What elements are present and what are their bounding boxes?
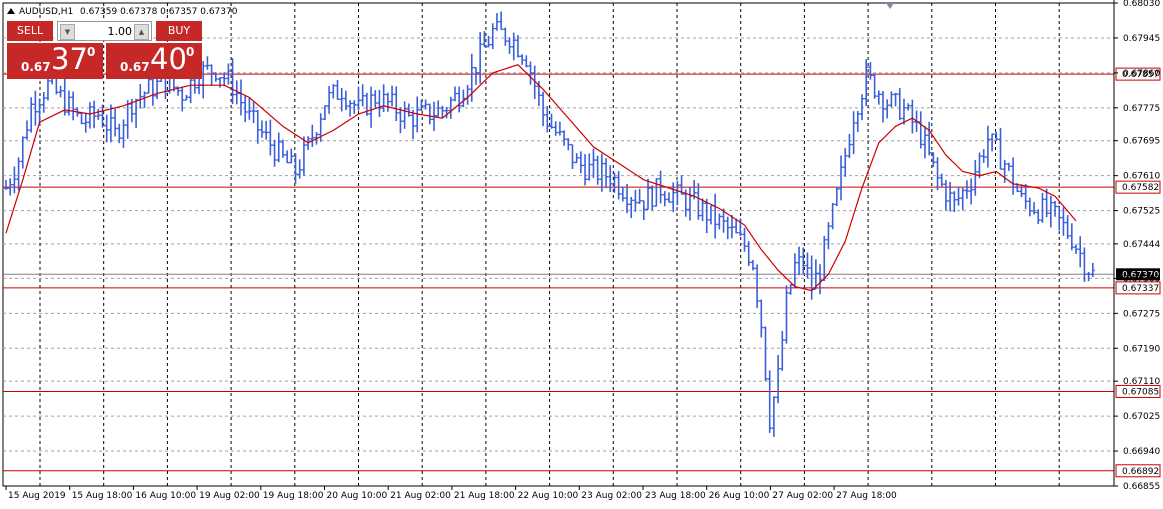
y-tick-label: 0.68030 [1123, 0, 1160, 9]
y-tick-label: 0.67190 [1123, 344, 1160, 354]
x-tick-label: 23 Aug 02:00 [581, 491, 642, 501]
lot-size-stepper: ▼ ▲ [57, 21, 152, 41]
x-tick-label: 21 Aug 02:00 [390, 491, 451, 501]
x-tick-label: 21 Aug 18:00 [454, 491, 515, 501]
sell-price-pips: 37 [51, 42, 88, 76]
sell-price-quote[interactable]: 0.67 37 0 [7, 42, 103, 79]
sell-price-fraction: 0 [87, 45, 96, 59]
ohlc-readout: 0.67359 0.67378 0.67357 0.67370 [80, 7, 238, 17]
arrow-down-icon[interactable]: ▼ [60, 24, 75, 40]
y-tick-label: 0.67695 [1123, 137, 1160, 147]
arrow-up-icon[interactable]: ▲ [134, 24, 149, 40]
sell-button[interactable]: SELL [7, 21, 53, 41]
y-tick-label: 0.66940 [1123, 447, 1160, 457]
x-tick-label: 26 Aug 10:00 [709, 491, 770, 501]
y-tick-label: 0.67360 [1123, 274, 1160, 284]
level-label: 0.67085 [1122, 387, 1159, 397]
buy-price-prefix: 0.67 [120, 60, 150, 74]
y-tick-label: 0.67110 [1123, 377, 1160, 387]
y-tick-label: 0.67860 [1123, 69, 1160, 79]
x-tick-label: 15 Aug 2019 [8, 491, 66, 501]
buy-price-fraction: 0 [186, 45, 195, 59]
level-label: 0.67337 [1122, 284, 1159, 294]
level-label: 0.67582 [1122, 183, 1159, 193]
y-tick-label: 0.67610 [1123, 172, 1160, 182]
lot-size-input[interactable] [76, 23, 132, 39]
y-tick-label: 0.67945 [1123, 34, 1160, 44]
buy-price-pips: 40 [150, 42, 187, 76]
x-tick-label: 22 Aug 10:00 [518, 491, 579, 501]
one-click-trading-panel: SELL ▼ ▲ BUY 0.67 37 0 0.67 40 0 [7, 21, 202, 79]
x-tick-label: 23 Aug 18:00 [645, 491, 706, 501]
symbol-label: AUDUSD,H1 [19, 7, 73, 17]
y-tick-label: 0.67025 [1123, 412, 1160, 422]
x-tick-label: 15 Aug 18:00 [72, 491, 133, 501]
x-tick-label: 19 Aug 18:00 [263, 491, 324, 501]
y-tick-label: 0.66855 [1123, 482, 1160, 492]
y-tick-label: 0.67275 [1123, 309, 1160, 319]
y-tick-label: 0.67444 [1123, 240, 1160, 250]
x-tick-label: 19 Aug 02:00 [199, 491, 260, 501]
buy-button[interactable]: BUY [156, 21, 202, 41]
sell-price-prefix: 0.67 [21, 60, 51, 74]
x-tick-label: 27 Aug 02:00 [772, 491, 833, 501]
x-tick-label: 27 Aug 18:00 [836, 491, 897, 501]
y-tick-label: 0.67775 [1123, 104, 1160, 114]
x-tick-label: 16 Aug 10:00 [135, 491, 196, 501]
level-label: 0.66892 [1122, 467, 1159, 477]
x-tick-label: 20 Aug 10:00 [327, 491, 388, 501]
buy-price-quote[interactable]: 0.67 40 0 [106, 42, 202, 79]
y-tick-label: 0.67525 [1123, 207, 1160, 217]
